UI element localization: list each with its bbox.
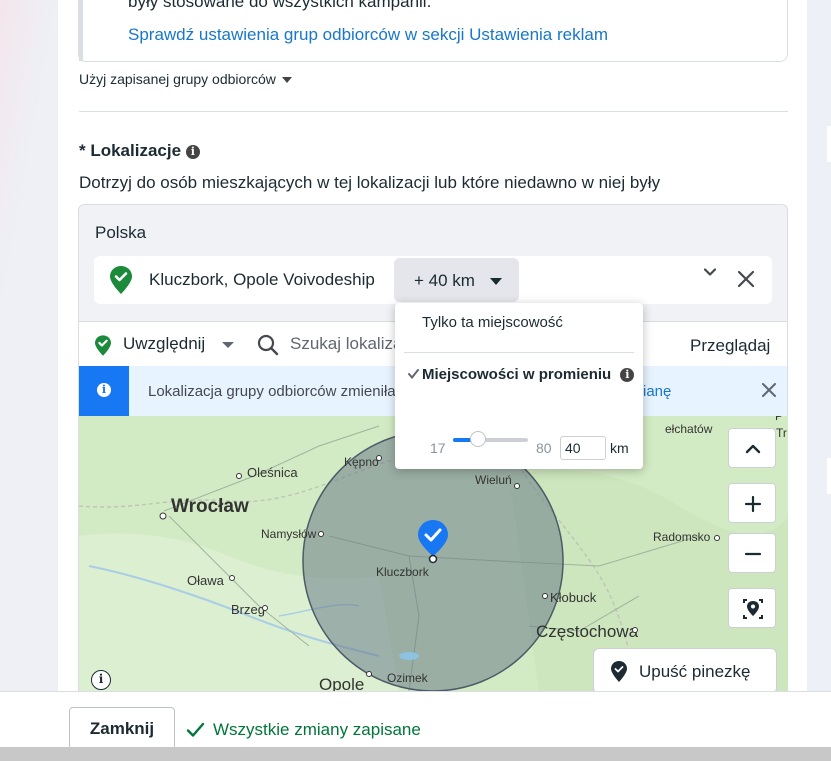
locations-description: Dotrzyj do osób mieszkających w tej loka… (79, 173, 661, 192)
km-unit-label: km (610, 440, 629, 456)
chevron-up-icon (745, 444, 761, 454)
search-icon (257, 334, 279, 356)
option-city-only[interactable]: Tylko ta miejscowość (422, 314, 563, 331)
radius-km-input[interactable] (560, 436, 606, 460)
browse-button[interactable]: Przeglądaj (690, 336, 770, 356)
save-status: Wszystkie zmiany zapisane (186, 720, 421, 740)
slider-handle[interactable] (469, 431, 486, 447)
map-label-wroclaw: Wrocław (171, 496, 249, 517)
radius-slider[interactable] (453, 431, 528, 447)
audience-info-text: były stosowane do wszystkich kampanii. (128, 0, 432, 11)
radius-dropdown-button[interactable]: + 40 km (394, 258, 519, 302)
map-label-tr: Tr (776, 426, 787, 440)
location-pin-icon (110, 266, 132, 294)
option-radius-label: Miejscowości w promieniu (422, 366, 612, 383)
map-label-namyslow: Namysłów (261, 527, 317, 541)
map-label-ozimek: Ozimek (387, 671, 429, 685)
bottom-strip (0, 747, 831, 761)
divider (79, 111, 788, 112)
right-edge (807, 0, 831, 761)
zoom-in-icon (744, 495, 762, 513)
country-label: Polska (95, 223, 147, 242)
locate-icon (743, 599, 763, 619)
info-icon: i (98, 672, 104, 686)
map-label-olawa: Oława (187, 573, 225, 588)
pin-icon (611, 661, 627, 682)
info-icon[interactable]: i (620, 368, 635, 382)
map-label-wielun: Wieluń (475, 473, 512, 487)
locate-button[interactable] (728, 588, 776, 628)
map-label-kluczbork: Kluczbork (376, 565, 430, 579)
check-icon (186, 722, 205, 737)
radius-label: + 40 km (414, 271, 475, 290)
location-pin-icon (95, 335, 111, 356)
map-label-olesnica: Oleśnica (247, 465, 298, 480)
info-icon: i (97, 383, 111, 397)
zoom-in-button[interactable] (728, 483, 776, 523)
zoom-out-button[interactable] (728, 533, 776, 573)
slider-max-label: 80 (536, 440, 552, 456)
map-label-czestochowa: Częstochowa (536, 622, 639, 641)
close-button[interactable]: Zamknij (69, 707, 175, 751)
caret-down-icon (490, 278, 502, 285)
locations-title: * Lokalizacje i (79, 141, 200, 161)
check-icon (408, 369, 419, 380)
map-label-radomsko: Radomsko (653, 530, 711, 544)
caret-down-icon[interactable] (222, 342, 234, 348)
map-label-kepno: Kępno (344, 455, 379, 469)
save-status-text: Wszystkie zmiany zapisane (213, 720, 421, 739)
info-icon[interactable]: i (185, 145, 200, 159)
saved-audience-dropdown[interactable]: Użyj zapisanej grupy odbiorców (79, 71, 292, 87)
map-label-opole: Opole (319, 675, 364, 691)
close-icon[interactable] (762, 383, 776, 397)
caret-down-icon (281, 77, 292, 84)
map-collapse-button[interactable] (728, 428, 776, 468)
map-label-klobuck: Kłobuck (550, 590, 597, 605)
drop-pin-label: Upuść pinezkę (639, 662, 751, 681)
saved-audience-label: Użyj zapisanej grupy odbiorców (79, 71, 276, 87)
banner-link[interactable]: ianę (643, 383, 671, 400)
map-label-p: P (775, 416, 783, 423)
remove-location-icon[interactable] (737, 270, 755, 288)
map-label-belchatow: ełchatów (665, 422, 713, 436)
zoom-out-icon (744, 552, 762, 556)
chevron-down-icon[interactable] (704, 266, 716, 278)
slider-min-label: 17 (430, 440, 446, 456)
popup-divider (404, 352, 634, 353)
banner-text: Lokalizacja grupy odbiorców zmieniła (148, 383, 396, 400)
map-info-button[interactable]: i (91, 670, 111, 690)
selected-location-name: Kluczbork, Opole Voivodeship (149, 270, 375, 289)
option-radius[interactable]: Miejscowości w promieniu i (408, 366, 635, 383)
include-dropdown[interactable]: Uwzględnij (123, 334, 205, 354)
map-label-brzeg: Brzeg (231, 602, 265, 617)
audience-settings-link[interactable]: Sprawdź ustawienia grup odbiorców w sekc… (128, 25, 608, 45)
location-search-input[interactable] (290, 331, 395, 357)
drop-pin-button[interactable]: Upuść pinezkę (593, 648, 777, 694)
